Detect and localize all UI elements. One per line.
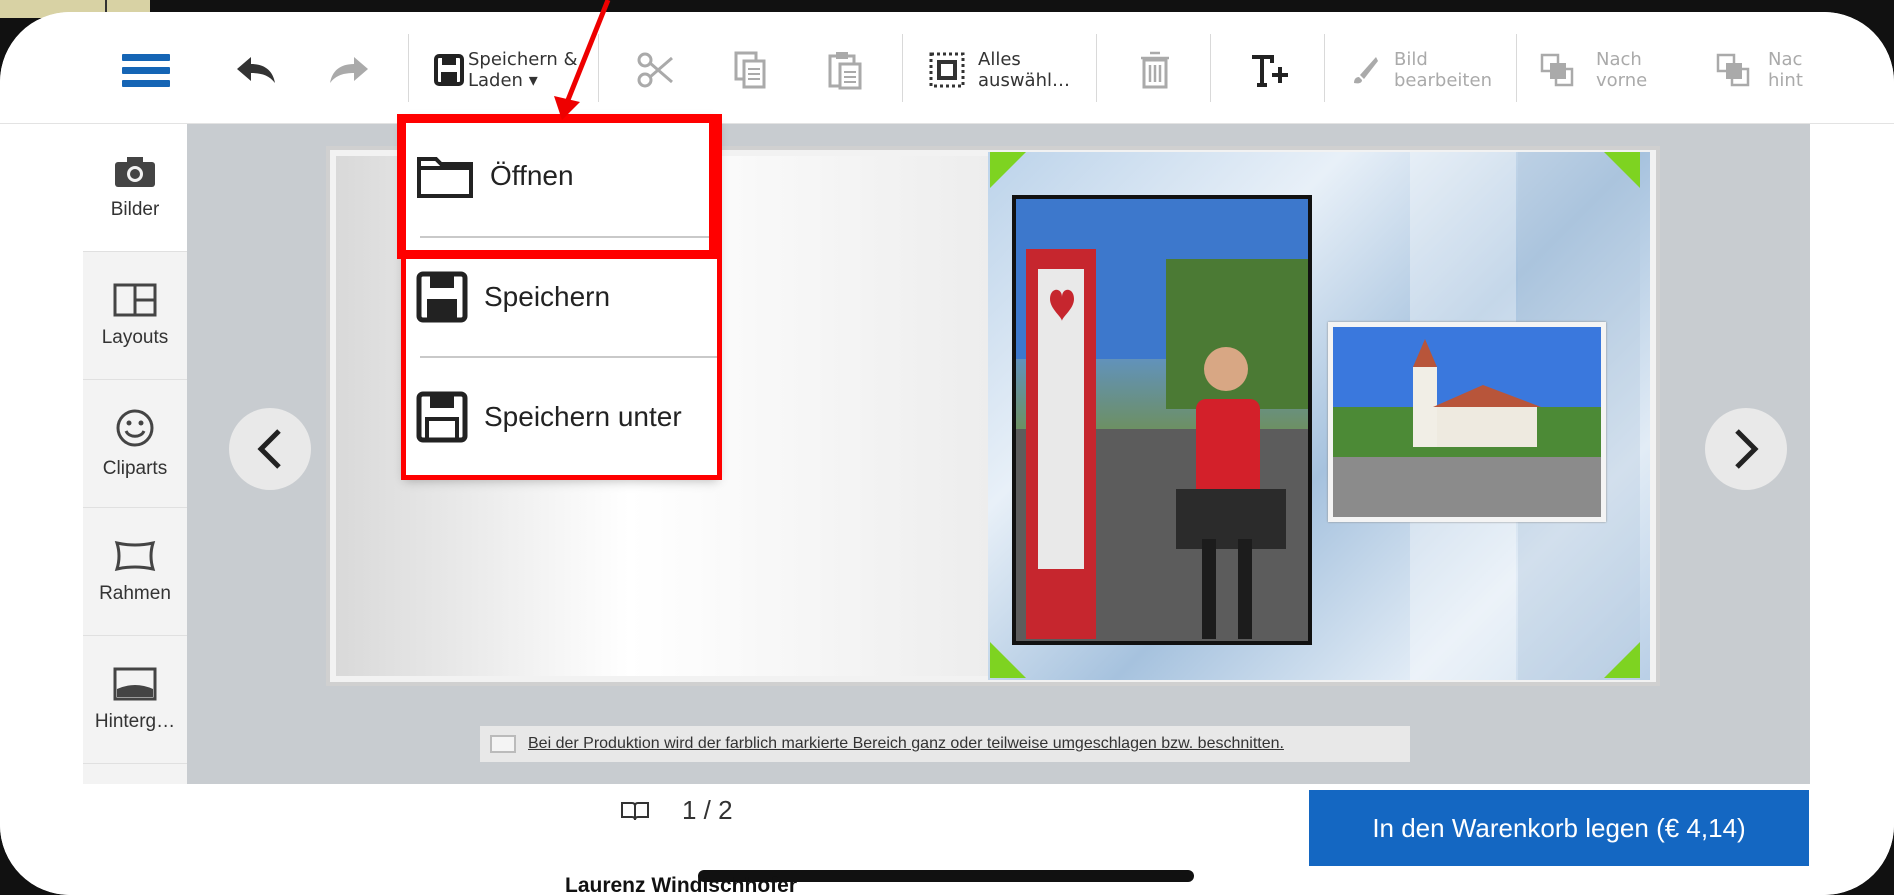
sidebar-item-label: Rahmen <box>99 582 171 604</box>
frame-icon <box>114 540 156 571</box>
chevron-right-icon <box>1735 429 1759 469</box>
page-counter: 1 / 2 <box>620 795 733 826</box>
author-watermark: Laurenz Windischhofer <box>565 874 797 895</box>
trim-marker-icon <box>1604 152 1640 188</box>
add-text-button[interactable] <box>1250 42 1290 98</box>
floppy-icon <box>434 54 464 86</box>
trim-info-bar: Bei der Produktion wird der farblich mar… <box>480 726 1410 762</box>
bring-forward-icon <box>1540 53 1574 87</box>
scissors-icon <box>637 52 673 88</box>
select-all-icon <box>929 52 965 88</box>
sidebar-item-label: Hinterg… <box>94 710 176 732</box>
send-backward-label-line2: hint <box>1768 70 1803 91</box>
trim-info-text[interactable]: Bei der Produktion wird der farblich mar… <box>528 735 1284 753</box>
copy-icon <box>734 51 766 89</box>
edit-image-label-line1: Bild <box>1394 49 1428 70</box>
paste-button[interactable] <box>828 42 862 98</box>
delete-button[interactable] <box>1140 42 1170 98</box>
add-to-cart-button[interactable]: In den Warenkorb legen (€ 4,14) <box>1309 790 1809 866</box>
annotation-arrow-icon <box>554 0 611 120</box>
next-page-button[interactable] <box>1705 408 1787 490</box>
bring-forward-button[interactable]: Nach vorne <box>1540 42 1647 98</box>
trash-icon <box>1141 51 1169 89</box>
bring-forward-label-line1: Nach <box>1596 49 1642 70</box>
sidebar-item-layouts[interactable]: Layouts <box>83 252 187 380</box>
paste-icon <box>828 52 862 90</box>
highlight-box-open <box>397 114 718 259</box>
sidebar-item-label: Bilder <box>110 198 160 220</box>
background-icon <box>113 667 157 700</box>
trim-marker-icon <box>1604 642 1640 678</box>
menu-icon[interactable] <box>122 42 170 98</box>
sidebar-item-images[interactable]: Bilder <box>83 124 187 252</box>
layout-icon <box>113 283 157 316</box>
select-all-label-line2: auswähl… <box>978 70 1070 91</box>
trim-legend-swatch <box>490 735 516 753</box>
photo-cyclist[interactable] <box>1012 195 1312 645</box>
page-number: 1 / 2 <box>682 795 733 825</box>
add-text-icon <box>1252 55 1288 87</box>
previous-page-button[interactable] <box>229 408 311 490</box>
smiley-icon <box>116 409 154 446</box>
undo-button[interactable] <box>235 42 277 98</box>
send-backward-label-line1: Nac <box>1768 49 1803 70</box>
brush-icon <box>1354 57 1378 84</box>
edit-image-button[interactable]: Bild bearbeiten <box>1350 42 1492 98</box>
select-all-label-line1: Alles <box>978 49 1021 70</box>
sidebar-item-frames[interactable]: Rahmen <box>83 508 187 636</box>
chevron-left-icon <box>257 429 281 469</box>
send-backward-button[interactable]: Nac hint <box>1716 42 1803 98</box>
trim-marker-icon <box>990 152 1026 188</box>
sidebar-item-label: Cliparts <box>102 457 168 479</box>
copy-button[interactable] <box>734 42 766 98</box>
sidebar-item-label: Layouts <box>101 326 169 348</box>
toolbar: Speichern & Laden ▾ Alles auswähl… Bild … <box>0 12 1894 124</box>
redo-icon <box>330 57 368 83</box>
camera-icon <box>115 156 155 187</box>
bring-forward-label-line2: vorne <box>1596 70 1648 91</box>
redo-button[interactable] <box>328 42 370 98</box>
book-icon[interactable] <box>620 800 650 822</box>
sidebar-item-cliparts[interactable]: Cliparts <box>83 380 187 508</box>
select-all-button[interactable]: Alles auswähl… <box>928 42 1070 98</box>
trim-marker-icon <box>990 642 1026 678</box>
undo-icon <box>237 57 275 83</box>
sidebar: Bilder Layouts Cliparts Rahmen Hinterg… <box>83 124 187 784</box>
photo-church[interactable] <box>1328 322 1606 522</box>
edit-image-label-line2: bearbeiten <box>1394 70 1492 91</box>
cut-button[interactable] <box>636 42 676 98</box>
app-screen: Speichern & Laden ▾ Alles auswähl… Bild … <box>0 12 1894 895</box>
sidebar-item-background[interactable]: Hinterg… <box>83 636 187 764</box>
send-backward-icon <box>1716 53 1750 87</box>
